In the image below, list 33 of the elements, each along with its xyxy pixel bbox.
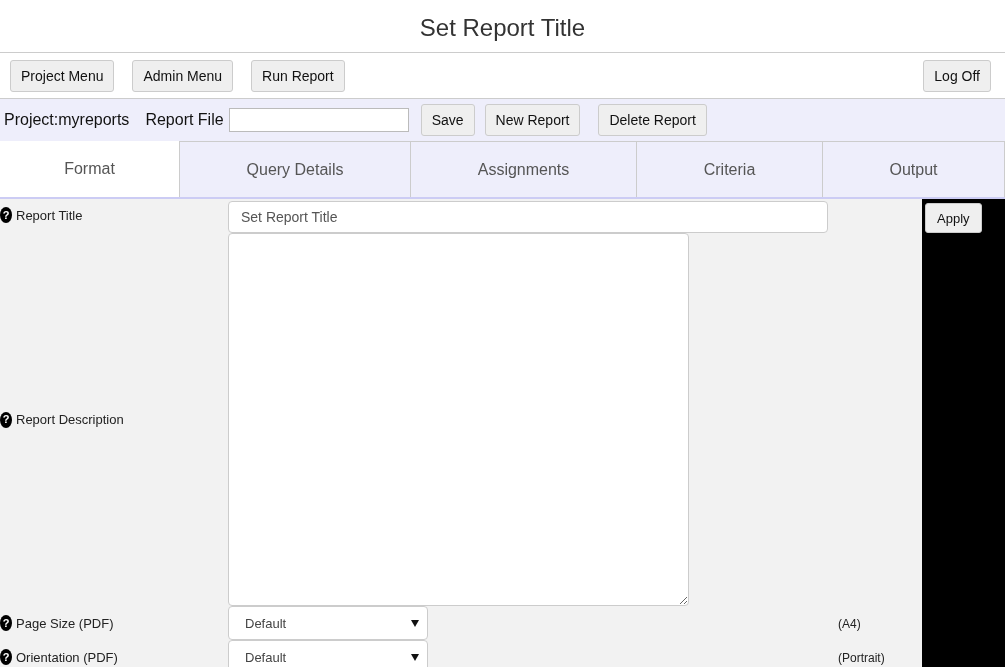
report-file-label: Report File	[145, 111, 224, 129]
report-file-field[interactable]	[228, 108, 409, 132]
nav-button[interactable]: Project Menu	[10, 59, 115, 92]
tab[interactable]: Assignments	[410, 141, 636, 197]
field-note: (Portrait)	[838, 651, 885, 665]
file-button[interactable]: Delete Report	[598, 104, 707, 136]
field-label: Page Size (PDF)	[16, 615, 114, 631]
caret-icon	[411, 619, 419, 627]
tab[interactable]: Query Details	[179, 141, 410, 197]
help-button[interactable]: ?	[0, 615, 12, 631]
field-label: Report Description	[16, 412, 124, 427]
help-button[interactable]: ?	[0, 649, 12, 665]
logoff-button[interactable]: Log Off	[923, 59, 991, 92]
field-label: Orientation (PDF)	[16, 649, 118, 665]
text-field[interactable]: Set Report Title	[228, 201, 828, 233]
field-label: Report Title	[16, 207, 83, 223]
nav-button[interactable]: Admin Menu	[132, 59, 234, 92]
dropdown[interactable]: Default	[228, 640, 428, 667]
file-button[interactable]: Save	[420, 104, 475, 136]
project-label: Project:myreports	[4, 111, 130, 129]
file-button[interactable]: New Report	[484, 104, 581, 136]
help-button[interactable]: ?	[0, 411, 12, 428]
dropdown[interactable]: Default	[228, 606, 428, 640]
tab[interactable]: Output	[822, 141, 1005, 197]
apply-button[interactable]: Apply	[925, 203, 982, 233]
description-field[interactable]	[228, 233, 689, 606]
tab[interactable]: Format	[0, 141, 179, 197]
field-note: (A4)	[838, 617, 861, 631]
tab[interactable]: Criteria	[636, 141, 822, 197]
caret-icon	[411, 653, 419, 661]
help-button[interactable]: ?	[0, 207, 12, 223]
page-title: Set Report Title	[0, 0, 1005, 53]
nav-button[interactable]: Run Report	[251, 59, 345, 92]
